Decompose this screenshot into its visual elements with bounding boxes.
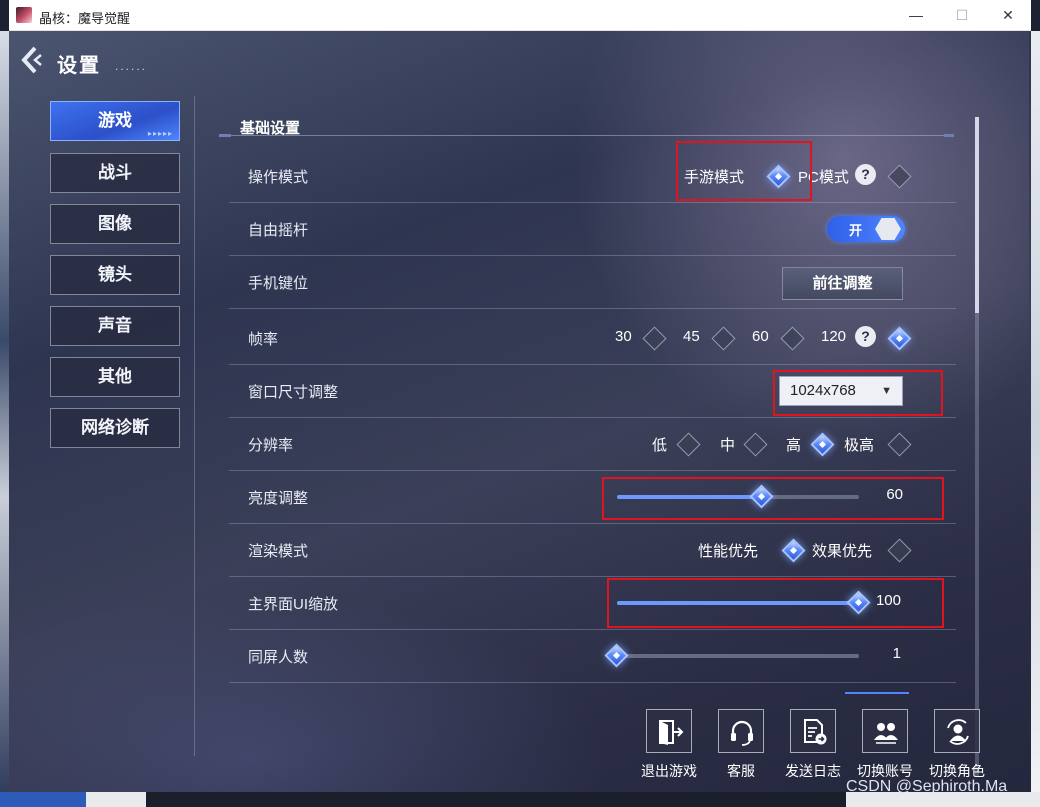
fps-45-radio[interactable] (711, 326, 736, 351)
nav-tab-graphics[interactable]: 图像 (50, 204, 180, 244)
fps-option-label[interactable]: 30 (615, 328, 632, 345)
help-icon[interactable]: ? (855, 164, 876, 185)
nav-tab-label: 战斗 (98, 163, 132, 182)
page-subtitle-dots: ...... (115, 59, 148, 73)
nav-tab-network-diagnosis[interactable]: 网络诊断 (50, 408, 180, 448)
watermark-text: CSDN @Sephiroth.Ma (846, 778, 1008, 795)
send-log-icon (790, 709, 836, 753)
highlight-box (602, 477, 944, 520)
headset-icon (718, 709, 764, 753)
action-label: 客服 (727, 763, 755, 779)
chevrons-icon: ▸▸▸▸▸ (147, 129, 173, 138)
app-logo-icon (16, 7, 32, 23)
render-option-label[interactable]: 性能优先 (698, 540, 758, 561)
desktop-background-left (0, 31, 9, 807)
switch-character-button[interactable]: 切换角色 (922, 709, 992, 781)
resolution-option-label[interactable]: 高 (786, 434, 801, 455)
fps-option-label[interactable]: 60 (752, 328, 769, 345)
row-resolution: 分辨率 低 中 高 极高 (229, 418, 956, 471)
fps-120-radio[interactable] (887, 326, 912, 351)
switch-account-button[interactable]: 切换账号 (850, 709, 920, 781)
players-value: 1 (892, 645, 901, 662)
fps-option-label[interactable]: 45 (683, 328, 700, 345)
exit-game-button[interactable]: 退出游戏 (634, 709, 704, 781)
row-label: 主界面UI缩放 (248, 596, 339, 613)
fps-option-label[interactable]: 120 (821, 328, 846, 345)
game-viewport: 设置 ...... 游戏 ▸▸▸▸▸ 战斗 图像 镜头 声音 其他 网络诊断 基… (9, 31, 1031, 792)
resolution-ultra-radio[interactable] (887, 432, 912, 457)
nav-tab-combat[interactable]: 战斗 (50, 153, 180, 193)
nav-tab-other[interactable]: 其他 (50, 357, 180, 397)
row-label: 手机键位 (248, 275, 309, 292)
row-render-mode: 渲染模式 性能优先 效果优先 (229, 524, 956, 577)
option-pc-mode-radio[interactable] (887, 164, 912, 189)
customer-service-button[interactable]: 客服 (706, 709, 776, 781)
row-key-layout: 手机键位 前往调整 (229, 256, 956, 309)
highlight-box (676, 141, 812, 201)
render-option-label[interactable]: 效果优先 (812, 540, 872, 561)
row-frame-rate: 帧率 30 45 60 120 ? (229, 312, 956, 365)
nav-tab-sound[interactable]: 声音 (50, 306, 180, 346)
toggle-label: 开 (849, 223, 863, 238)
render-quality-radio[interactable] (887, 538, 912, 563)
desktop-background-right (1031, 31, 1040, 807)
nav-tab-label: 游戏 (98, 111, 132, 130)
row-operation-mode: 操作模式 手游模式 PC模式 ? (229, 150, 956, 203)
nav-divider (194, 96, 195, 756)
close-button[interactable]: ✕ (985, 0, 1031, 31)
go-adjust-button[interactable]: 前往调整 (782, 267, 903, 300)
row-label: 窗口尺寸调整 (248, 384, 339, 401)
window-titlebar: 晶核：魔导觉醒 — ☐ ✕ (9, 0, 1031, 31)
resolution-option-label[interactable]: 中 (720, 434, 735, 455)
settings-panel: 基础设置 操作模式 手游模式 PC模式 ? 自由摇杆 开 手机键位 前往调整 帧… (219, 117, 956, 717)
action-label: 退出游戏 (641, 763, 697, 779)
back-arrow-icon[interactable] (19, 43, 45, 77)
window-title: 晶核：魔导觉醒 (39, 11, 131, 26)
row-label: 同屏人数 (248, 649, 309, 666)
scrollbar-thumb[interactable] (975, 117, 979, 313)
row-label: 操作模式 (248, 169, 309, 186)
nav-tab-label: 图像 (98, 214, 132, 233)
section-divider (219, 134, 954, 138)
row-label: 渲染模式 (248, 543, 309, 560)
switch-account-icon (862, 709, 908, 753)
fps-60-radio[interactable] (780, 326, 805, 351)
switch-character-icon (934, 709, 980, 753)
nav-tab-camera[interactable]: 镜头 (50, 255, 180, 295)
action-label: 发送日志 (785, 763, 841, 779)
resolution-high-radio[interactable] (810, 432, 835, 457)
row-label: 亮度调整 (248, 490, 309, 507)
accent-line (845, 692, 909, 694)
resolution-option-label[interactable]: 极高 (844, 434, 874, 455)
nav-tab-label: 镜头 (98, 265, 132, 284)
row-label: 分辨率 (248, 437, 294, 454)
row-label: 自由摇杆 (248, 222, 309, 239)
row-players-on-screen: 同屏人数 1 (229, 630, 956, 683)
page-title: 设置 (57, 55, 101, 77)
row-free-joystick: 自由摇杆 开 (229, 203, 956, 256)
slider-handle[interactable] (604, 643, 629, 668)
maximize-button[interactable]: ☐ (939, 0, 985, 31)
nav-tab-label: 声音 (98, 316, 132, 335)
send-log-button[interactable]: 发送日志 (778, 709, 848, 781)
nav-tab-game[interactable]: 游戏 ▸▸▸▸▸ (50, 101, 180, 141)
highlight-box (607, 578, 944, 628)
row-label: 帧率 (248, 331, 279, 348)
joystick-toggle[interactable]: 开 (827, 216, 905, 242)
toggle-knob (875, 218, 901, 240)
help-icon[interactable]: ? (855, 326, 876, 347)
nav-tab-label: 网络诊断 (81, 418, 149, 437)
nav-tab-label: 其他 (98, 367, 132, 386)
exit-icon (646, 709, 692, 753)
resolution-medium-radio[interactable] (743, 432, 768, 457)
resolution-low-radio[interactable] (676, 432, 701, 457)
fps-30-radio[interactable] (642, 326, 667, 351)
highlight-box (773, 370, 943, 416)
render-performance-radio[interactable] (781, 538, 806, 563)
resolution-option-label[interactable]: 低 (652, 434, 667, 455)
minimize-button[interactable]: — (893, 0, 939, 31)
players-slider[interactable] (604, 643, 859, 668)
